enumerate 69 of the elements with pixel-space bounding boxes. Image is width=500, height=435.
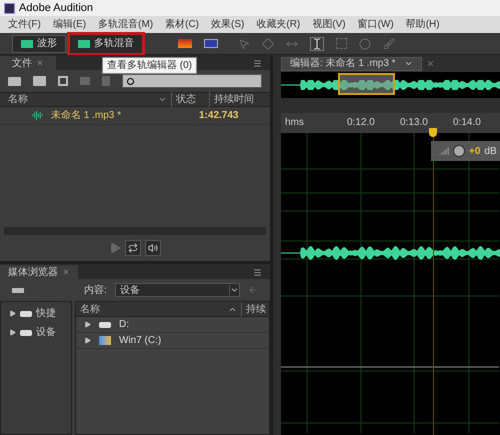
panel-menu-icon[interactable] <box>253 268 262 277</box>
editor-tab-label: 编辑器: 未命名 1 .mp3 * <box>290 56 396 71</box>
file-name[interactable]: 未命名 1 .mp3 * <box>51 108 199 123</box>
lasso-tool-icon[interactable] <box>359 38 371 50</box>
caret-icon[interactable] <box>229 285 239 295</box>
content-label: 内容: <box>84 284 107 298</box>
marquee-tool-icon[interactable] <box>336 38 347 49</box>
pointer-tool-icon[interactable] <box>238 38 250 50</box>
menu-item[interactable]: 帮助(H) <box>406 17 440 32</box>
expand-arrow-icon[interactable] <box>9 310 16 317</box>
search-icon <box>127 78 134 84</box>
caret-icon[interactable] <box>404 59 413 68</box>
level-icon <box>439 146 449 156</box>
windows-drive-icon <box>99 336 111 345</box>
content-dropdown[interactable]: 设备 <box>114 283 240 297</box>
drive-icon <box>20 310 32 316</box>
gain-unit: dB <box>484 144 497 158</box>
brush-tool-icon[interactable] <box>383 38 395 50</box>
tree-item[interactable]: 快捷 <box>36 306 56 321</box>
menu-item[interactable]: 文件(F) <box>8 17 41 32</box>
expand-arrow-icon[interactable] <box>84 321 91 328</box>
gain-knob-icon[interactable] <box>453 145 465 157</box>
close-icon[interactable] <box>62 268 70 276</box>
app-logo-icon <box>4 2 15 14</box>
drive-name[interactable]: Win7 (C:) <box>119 333 162 348</box>
panel-tab[interactable]: 媒体浏览器 <box>0 265 78 279</box>
ruler-label: hms <box>285 116 305 130</box>
diamond-tool-icon[interactable] <box>262 38 274 50</box>
search-field[interactable] <box>122 74 262 88</box>
column-header[interactable]: 名称 <box>0 92 158 107</box>
ruler-label: 0:12.0 <box>347 116 376 130</box>
speaker-icon[interactable] <box>145 240 161 256</box>
gain-hud[interactable]: +0 dB <box>431 141 500 161</box>
expand-arrow-icon[interactable] <box>84 337 91 344</box>
menu-item[interactable]: 窗口(W) <box>358 17 394 32</box>
drive-icon <box>20 330 32 336</box>
waveform-file-icon <box>32 110 43 121</box>
view-button[interactable]: 多轨混音 <box>70 34 142 52</box>
file-duration: 1:42.743 <box>199 109 238 123</box>
drive-name[interactable]: D: <box>119 317 129 332</box>
menu-item[interactable]: 编辑(E) <box>52 17 86 32</box>
panel-menu-icon[interactable] <box>253 59 262 68</box>
gain-value[interactable]: +0 <box>469 144 480 158</box>
editor-tab[interactable]: 编辑器: 未命名 1 .mp3 * <box>281 56 422 70</box>
menu-item[interactable]: 素材(C) <box>165 17 200 32</box>
menu-item[interactable]: 效果(S) <box>211 17 244 32</box>
ruler-label: 0:14.0 <box>453 116 482 130</box>
window-title: Adobe Audition <box>19 0 94 16</box>
view-button[interactable]: 波形 <box>12 34 66 52</box>
tooltip: 查看多轨编辑器 (0) <box>102 57 197 74</box>
loop-icon[interactable] <box>125 240 141 256</box>
close-icon[interactable] <box>426 59 435 68</box>
menu-item[interactable]: 收藏夹(R) <box>256 17 300 32</box>
playhead-marker-icon[interactable] <box>429 128 437 137</box>
panel-tab[interactable]: 文件 <box>0 56 56 70</box>
column-header[interactable]: 持续时间 <box>209 92 254 107</box>
column-header[interactable]: 持续 <box>241 302 269 316</box>
tree-item[interactable]: 设备 <box>36 325 56 340</box>
drive-icon <box>99 322 111 328</box>
column-header[interactable]: 名称 <box>76 302 228 316</box>
expand-arrow-icon[interactable] <box>9 329 16 336</box>
dropdown-value: 设备 <box>120 284 140 298</box>
menu-item[interactable]: 视图(V) <box>312 17 346 32</box>
close-icon[interactable] <box>36 59 44 67</box>
menu-item[interactable]: 多轨混音(M) <box>98 17 154 32</box>
time-selection-tool-icon[interactable] <box>310 36 324 50</box>
column-header[interactable]: 状态 <box>171 92 209 107</box>
ruler-label: 0:13.0 <box>400 116 429 130</box>
zoom-range-handle[interactable] <box>338 73 395 95</box>
